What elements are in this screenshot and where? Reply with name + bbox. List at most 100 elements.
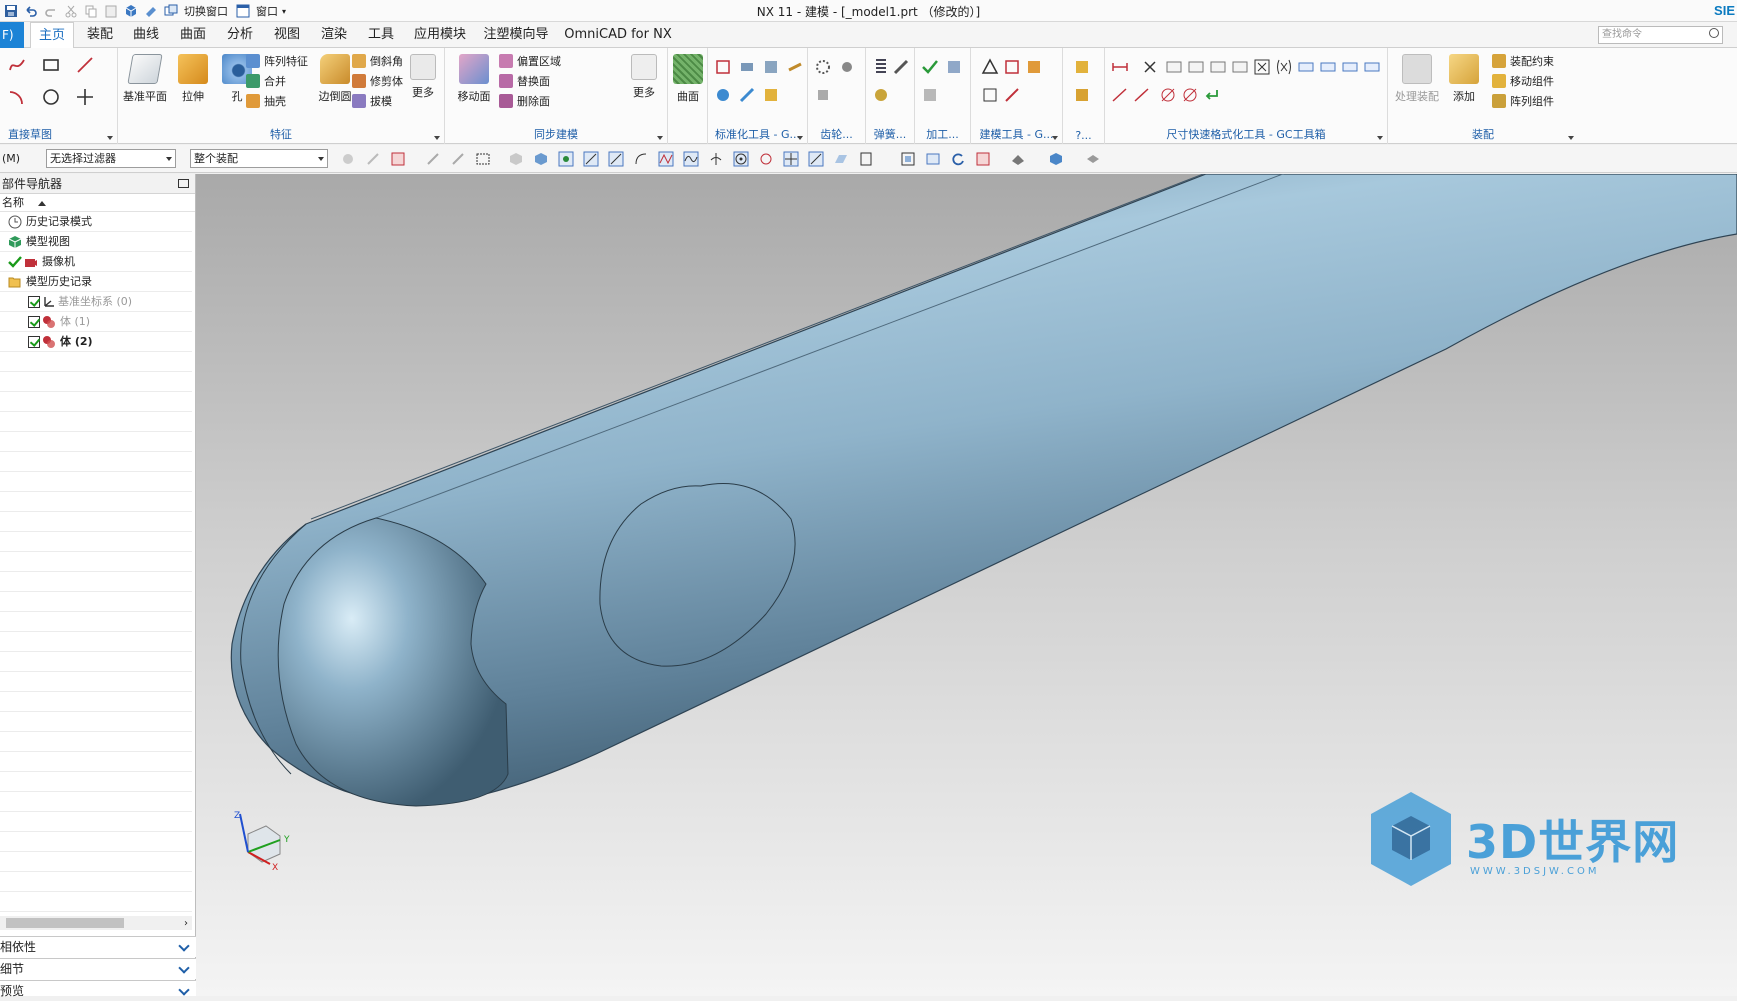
fit-icon-2[interactable] — [1319, 58, 1337, 76]
menu-button[interactable]: (M) — [2, 152, 20, 165]
wave-icon[interactable] — [683, 151, 699, 167]
selection-filter-select[interactable]: 无选择过滤器 — [46, 149, 176, 168]
panel-dependencies[interactable]: 相依性 — [0, 936, 196, 957]
expand-arrow-icon[interactable] — [1052, 136, 1058, 140]
select-icon-1[interactable] — [425, 151, 441, 167]
build-tool-icon-5[interactable] — [1003, 86, 1021, 104]
search-icon[interactable] — [1709, 28, 1719, 38]
fit-icon-1[interactable] — [1297, 58, 1315, 76]
panel-preview[interactable]: 预览 — [0, 980, 196, 998]
fit-icon-3[interactable] — [1341, 58, 1359, 76]
replace-face-button[interactable]: 替换面 — [499, 72, 550, 90]
feature-more-button[interactable]: 更多 — [404, 52, 442, 122]
expand-arrow-icon[interactable] — [1568, 136, 1574, 140]
add-component-button[interactable]: 添加 — [1444, 52, 1484, 122]
tolerance-icon-4[interactable] — [1231, 58, 1249, 76]
face-icon[interactable] — [833, 151, 849, 167]
expand-arrow-icon[interactable] — [657, 136, 663, 140]
intersect-icon[interactable] — [658, 151, 674, 167]
end-point-icon[interactable] — [583, 151, 599, 167]
gear-tool-icon-2[interactable] — [814, 86, 832, 104]
maximize-icon[interactable] — [178, 179, 189, 188]
point-icon[interactable] — [76, 88, 94, 106]
paren-x-icon[interactable] — [1275, 58, 1293, 76]
tab-home[interactable]: 主页 — [30, 22, 74, 48]
expand-arrow-icon[interactable] — [434, 136, 440, 140]
shell-button[interactable]: 抽壳 — [246, 92, 286, 110]
process-assembly-button[interactable]: 处理装配 — [1392, 52, 1442, 122]
tab-surface[interactable]: 曲面 — [173, 22, 213, 48]
filter-icon-2[interactable] — [365, 151, 381, 167]
solid-select-icon[interactable] — [533, 151, 549, 167]
unite-button[interactable]: 合并 — [246, 72, 286, 90]
build-tool-icon-2[interactable] — [1003, 58, 1021, 76]
spring-tool-icon[interactable] — [892, 58, 910, 76]
move-component-button[interactable]: 移动组件 — [1492, 72, 1554, 90]
std-tool-icon-3[interactable] — [762, 58, 780, 76]
tab-curve[interactable]: 曲线 — [126, 22, 166, 48]
visibility-checkbox[interactable] — [28, 296, 40, 308]
zoom-icon[interactable] — [925, 151, 941, 167]
std-tool-icon-5[interactable] — [714, 86, 732, 104]
pattern-feature-button[interactable]: 阵列特征 — [246, 52, 308, 70]
visibility-icon[interactable] — [1085, 151, 1101, 167]
curve-point-icon[interactable] — [633, 151, 649, 167]
filter-icon-1[interactable] — [340, 151, 356, 167]
tab-view[interactable]: 视图 — [267, 22, 307, 48]
tolerance-icon-1[interactable] — [1165, 58, 1183, 76]
file-menu-tab[interactable]: F) — [0, 22, 24, 48]
tangent-icon[interactable] — [808, 151, 824, 167]
std-tool-icon-4[interactable] — [786, 58, 804, 76]
tree-item-model-views[interactable]: 模型视图 — [0, 232, 192, 252]
boxed-x-icon[interactable] — [1253, 58, 1271, 76]
tolerance-icon-2[interactable] — [1187, 58, 1205, 76]
tab-applications[interactable]: 应用模块 — [408, 22, 472, 48]
point-on-icon[interactable] — [783, 151, 799, 167]
gear-icon[interactable] — [814, 58, 832, 76]
check-icon[interactable] — [921, 58, 939, 76]
assembly-scope-select[interactable]: 整个装配 — [190, 149, 328, 168]
sort-ascending-icon[interactable] — [38, 201, 46, 206]
sync-more-button[interactable]: 更多 — [625, 52, 663, 122]
tolerance-icon-3[interactable] — [1209, 58, 1227, 76]
spline-icon[interactable] — [8, 56, 26, 74]
return-icon[interactable] — [1203, 86, 1221, 104]
quadrant-icon[interactable] — [758, 151, 774, 167]
trim-body-button[interactable]: 修剪体 — [352, 72, 403, 90]
tab-mold-wizard[interactable]: 注塑模向导 — [480, 22, 552, 48]
rotate-icon[interactable] — [950, 151, 966, 167]
spring-tool-icon-2[interactable] — [872, 86, 890, 104]
surface-button[interactable]: 曲面 — [668, 52, 708, 122]
expand-arrow-icon[interactable] — [1377, 136, 1383, 140]
tree-item-camera[interactable]: 摄像机 — [0, 252, 192, 272]
line-icon[interactable] — [76, 56, 94, 74]
tree-item-body-1[interactable]: 体 (1) — [0, 312, 192, 332]
body-select-icon[interactable] — [508, 151, 524, 167]
draft-button[interactable]: 拔模 — [352, 92, 392, 110]
tree-item-history-mode[interactable]: 历史记录模式 — [0, 212, 192, 232]
std-tool-icon-2[interactable] — [738, 58, 756, 76]
tab-render[interactable]: 渲染 — [314, 22, 354, 48]
std-tool-icon-1[interactable] — [714, 58, 732, 76]
command-search-input[interactable]: 查找命令 — [1598, 26, 1723, 44]
delete-face-button[interactable]: 删除面 — [499, 92, 550, 110]
graphics-viewport[interactable]: X Y Z 3D世界网 WWW.3DSJW.COM — [196, 174, 1737, 996]
tab-omnicad[interactable]: OmniCAD for NX — [562, 22, 674, 48]
rect-select-icon[interactable] — [475, 151, 491, 167]
diameter-icon[interactable] — [1159, 86, 1177, 104]
fit-view-icon[interactable] — [900, 151, 916, 167]
diameter-icon-2[interactable] — [1181, 86, 1199, 104]
chevron-right-icon[interactable]: › — [184, 918, 188, 929]
tab-assembly[interactable]: 装配 — [80, 22, 120, 48]
move-face-button[interactable]: 移动面 — [451, 52, 497, 122]
select-icon-2[interactable] — [450, 151, 466, 167]
tree-item-body-2[interactable]: 体 (2) — [0, 332, 192, 352]
fit-icon-4[interactable] — [1363, 58, 1381, 76]
machining-tool-icon-2[interactable] — [921, 86, 939, 104]
assembly-constraints-button[interactable]: 装配约束 — [1492, 52, 1554, 70]
expand-arrow-icon[interactable] — [107, 136, 113, 140]
shaded-icon[interactable] — [1048, 151, 1064, 167]
rectangle-icon[interactable] — [42, 56, 60, 74]
tab-tools[interactable]: 工具 — [361, 22, 401, 48]
gear-tool-icon[interactable] — [838, 58, 856, 76]
